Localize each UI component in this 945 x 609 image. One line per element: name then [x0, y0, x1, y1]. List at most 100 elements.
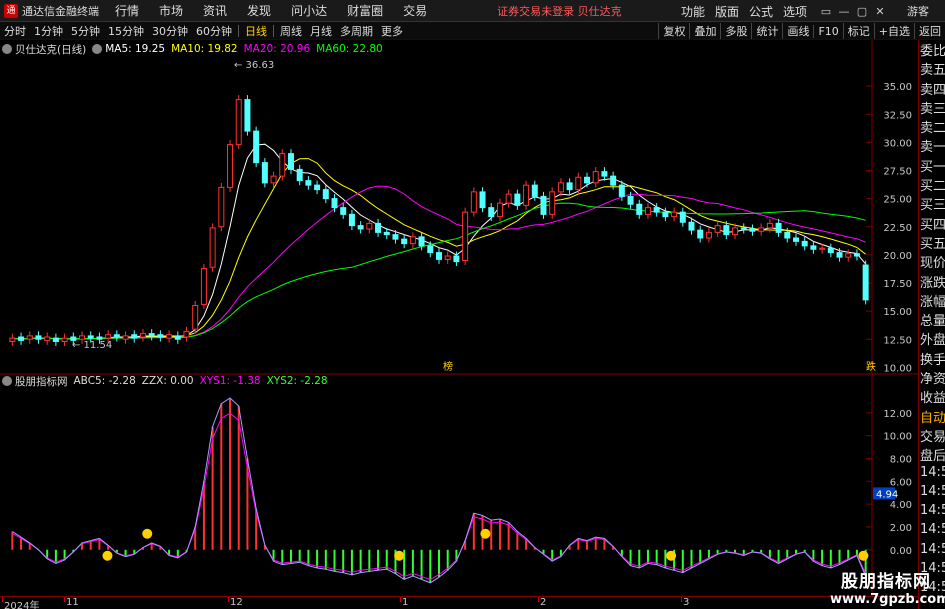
candle-body [784, 231, 791, 239]
period-tab[interactable]: 分时 [0, 23, 30, 39]
period-tab[interactable]: 周线 [276, 23, 306, 39]
close-icon[interactable]: ✕ [871, 5, 889, 18]
date-label: 2024年 [4, 601, 40, 609]
date-label: 12 [230, 597, 243, 608]
candle-body [853, 253, 860, 257]
tool-button[interactable]: 返回 [914, 23, 945, 39]
app-title: 通达信金融终端 [22, 4, 99, 18]
zzx-label: ZZX: 0.00 [141, 375, 194, 387]
candle-body [235, 99, 242, 146]
period-tab[interactable]: 5分钟 [67, 23, 104, 39]
candle-body [227, 144, 234, 188]
menu-item[interactable]: 行情 [115, 2, 139, 19]
candle-body [766, 222, 773, 229]
minimize-icon[interactable]: — [835, 5, 853, 18]
indicator-legend: 股朋指标网 ABC5: -2.28 ZZX: 0.00 XYS1: -1.38 … [2, 374, 334, 388]
tool-button[interactable]: 统计 [751, 23, 782, 39]
side-label: 14:56 [920, 464, 945, 480]
period-tab[interactable]: 多周期 [336, 23, 377, 39]
candle-body [261, 162, 268, 184]
candle-body [845, 253, 852, 258]
abc5-label: ABC5: -2.28 [73, 375, 136, 387]
maximize-icon[interactable]: ▢ [853, 5, 871, 18]
menu-item[interactable]: 资讯 [203, 2, 227, 19]
date-axis: 2024年 11 12 1 2 3 [0, 596, 918, 609]
chart-area[interactable]: 35.00 32.50 30.00 27.50 25.00 22.50 20.00 17.50… [0, 40, 918, 596]
side-label: 换手 [920, 352, 945, 368]
xys2-label: XYS2: -2.28 [266, 375, 328, 387]
side-label: 外盘 [920, 333, 945, 349]
indicator-settings-icon[interactable] [2, 376, 12, 386]
candle-body [470, 191, 477, 213]
guest-label[interactable]: 游客 [907, 3, 929, 19]
right-menu-item[interactable]: 选项 [783, 3, 807, 20]
restore-icon[interactable]: ▭ [817, 5, 835, 18]
date-label: 11 [66, 597, 79, 608]
candle-body [697, 229, 704, 239]
period-tab[interactable]: 日线 [241, 23, 271, 39]
tool-button[interactable]: 标记 [842, 23, 874, 39]
right-menu: 功能 版面 公式 选项 ▭ — ▢ ✕ 游客 [681, 0, 945, 22]
candle-body [148, 333, 155, 337]
side-label: 卖三 [920, 101, 945, 117]
candle-body [44, 336, 51, 341]
tool-button[interactable]: 画线 [782, 23, 813, 39]
main-menu: 行情 市场 资讯 发现 问小达 财富圈 交易 [115, 2, 447, 19]
menu-item[interactable]: 交易 [403, 2, 427, 19]
candle-body [862, 264, 869, 301]
side-label: 14:56 [920, 522, 945, 538]
date-tick [400, 597, 401, 602]
menu-item[interactable]: 发现 [247, 2, 271, 19]
tool-button[interactable]: +自选 [873, 23, 914, 39]
candle-body [401, 238, 408, 245]
trade-notice[interactable]: 证券交易未登录 贝仕达克 [497, 3, 622, 19]
tool-button[interactable]: 多股 [720, 23, 751, 39]
tool-button[interactable]: 复权 [658, 23, 689, 39]
candle-body [714, 225, 721, 233]
candle-body [131, 334, 138, 339]
candle-body [192, 305, 199, 330]
candle-body [218, 186, 225, 228]
candle-body [375, 222, 382, 233]
period-tab[interactable]: 月线 [306, 23, 336, 39]
marker-label: 跌 [866, 360, 876, 373]
side-label: 委比 [920, 44, 945, 59]
side-label: 盘后 [920, 449, 945, 465]
right-menu-item[interactable]: 功能 [681, 3, 705, 20]
candle-body [409, 236, 416, 245]
watermark-url: www.7gpzb.com [830, 592, 945, 607]
candle-body [627, 195, 634, 205]
menu-item[interactable]: 问小达 [291, 2, 327, 19]
stock-name[interactable]: 贝仕达克(日线) [15, 42, 86, 57]
tool-button[interactable]: F10 [813, 24, 842, 38]
candle-body [566, 182, 573, 191]
indicator-name[interactable]: 股朋指标网 [15, 374, 68, 389]
candle-body [444, 255, 451, 260]
menu-item[interactable]: 市场 [159, 2, 183, 19]
period-tab[interactable]: 更多 [377, 23, 407, 39]
period-tab[interactable]: 15分钟 [104, 23, 148, 39]
period-tab[interactable]: 30分钟 [148, 23, 192, 39]
tool-button[interactable]: 叠加 [689, 23, 720, 39]
period-tab[interactable]: 1分钟 [30, 23, 67, 39]
side-label: 收益 [920, 391, 945, 407]
candle-body [479, 191, 486, 209]
menu-item[interactable]: 财富圈 [347, 2, 383, 19]
candle-body [505, 193, 512, 204]
right-menu-item[interactable]: 公式 [749, 3, 773, 20]
candle-body [531, 184, 538, 197]
side-label: 总量 [920, 314, 945, 330]
ma-line [12, 143, 866, 340]
candle-body [584, 176, 591, 184]
candle-body [113, 334, 120, 338]
candle-body [653, 207, 660, 213]
right-menu-item[interactable]: 版面 [715, 3, 739, 20]
value-badge-label: 4.94 [876, 489, 898, 500]
candle-body [9, 337, 16, 342]
period-tab[interactable]: 60分钟 [192, 23, 236, 39]
side-label: 买四 [920, 217, 945, 233]
settings-circle-icon[interactable] [2, 44, 12, 54]
dropdown-circle-icon[interactable] [92, 44, 103, 54]
candle-body [705, 231, 712, 239]
candle-body [383, 231, 390, 236]
